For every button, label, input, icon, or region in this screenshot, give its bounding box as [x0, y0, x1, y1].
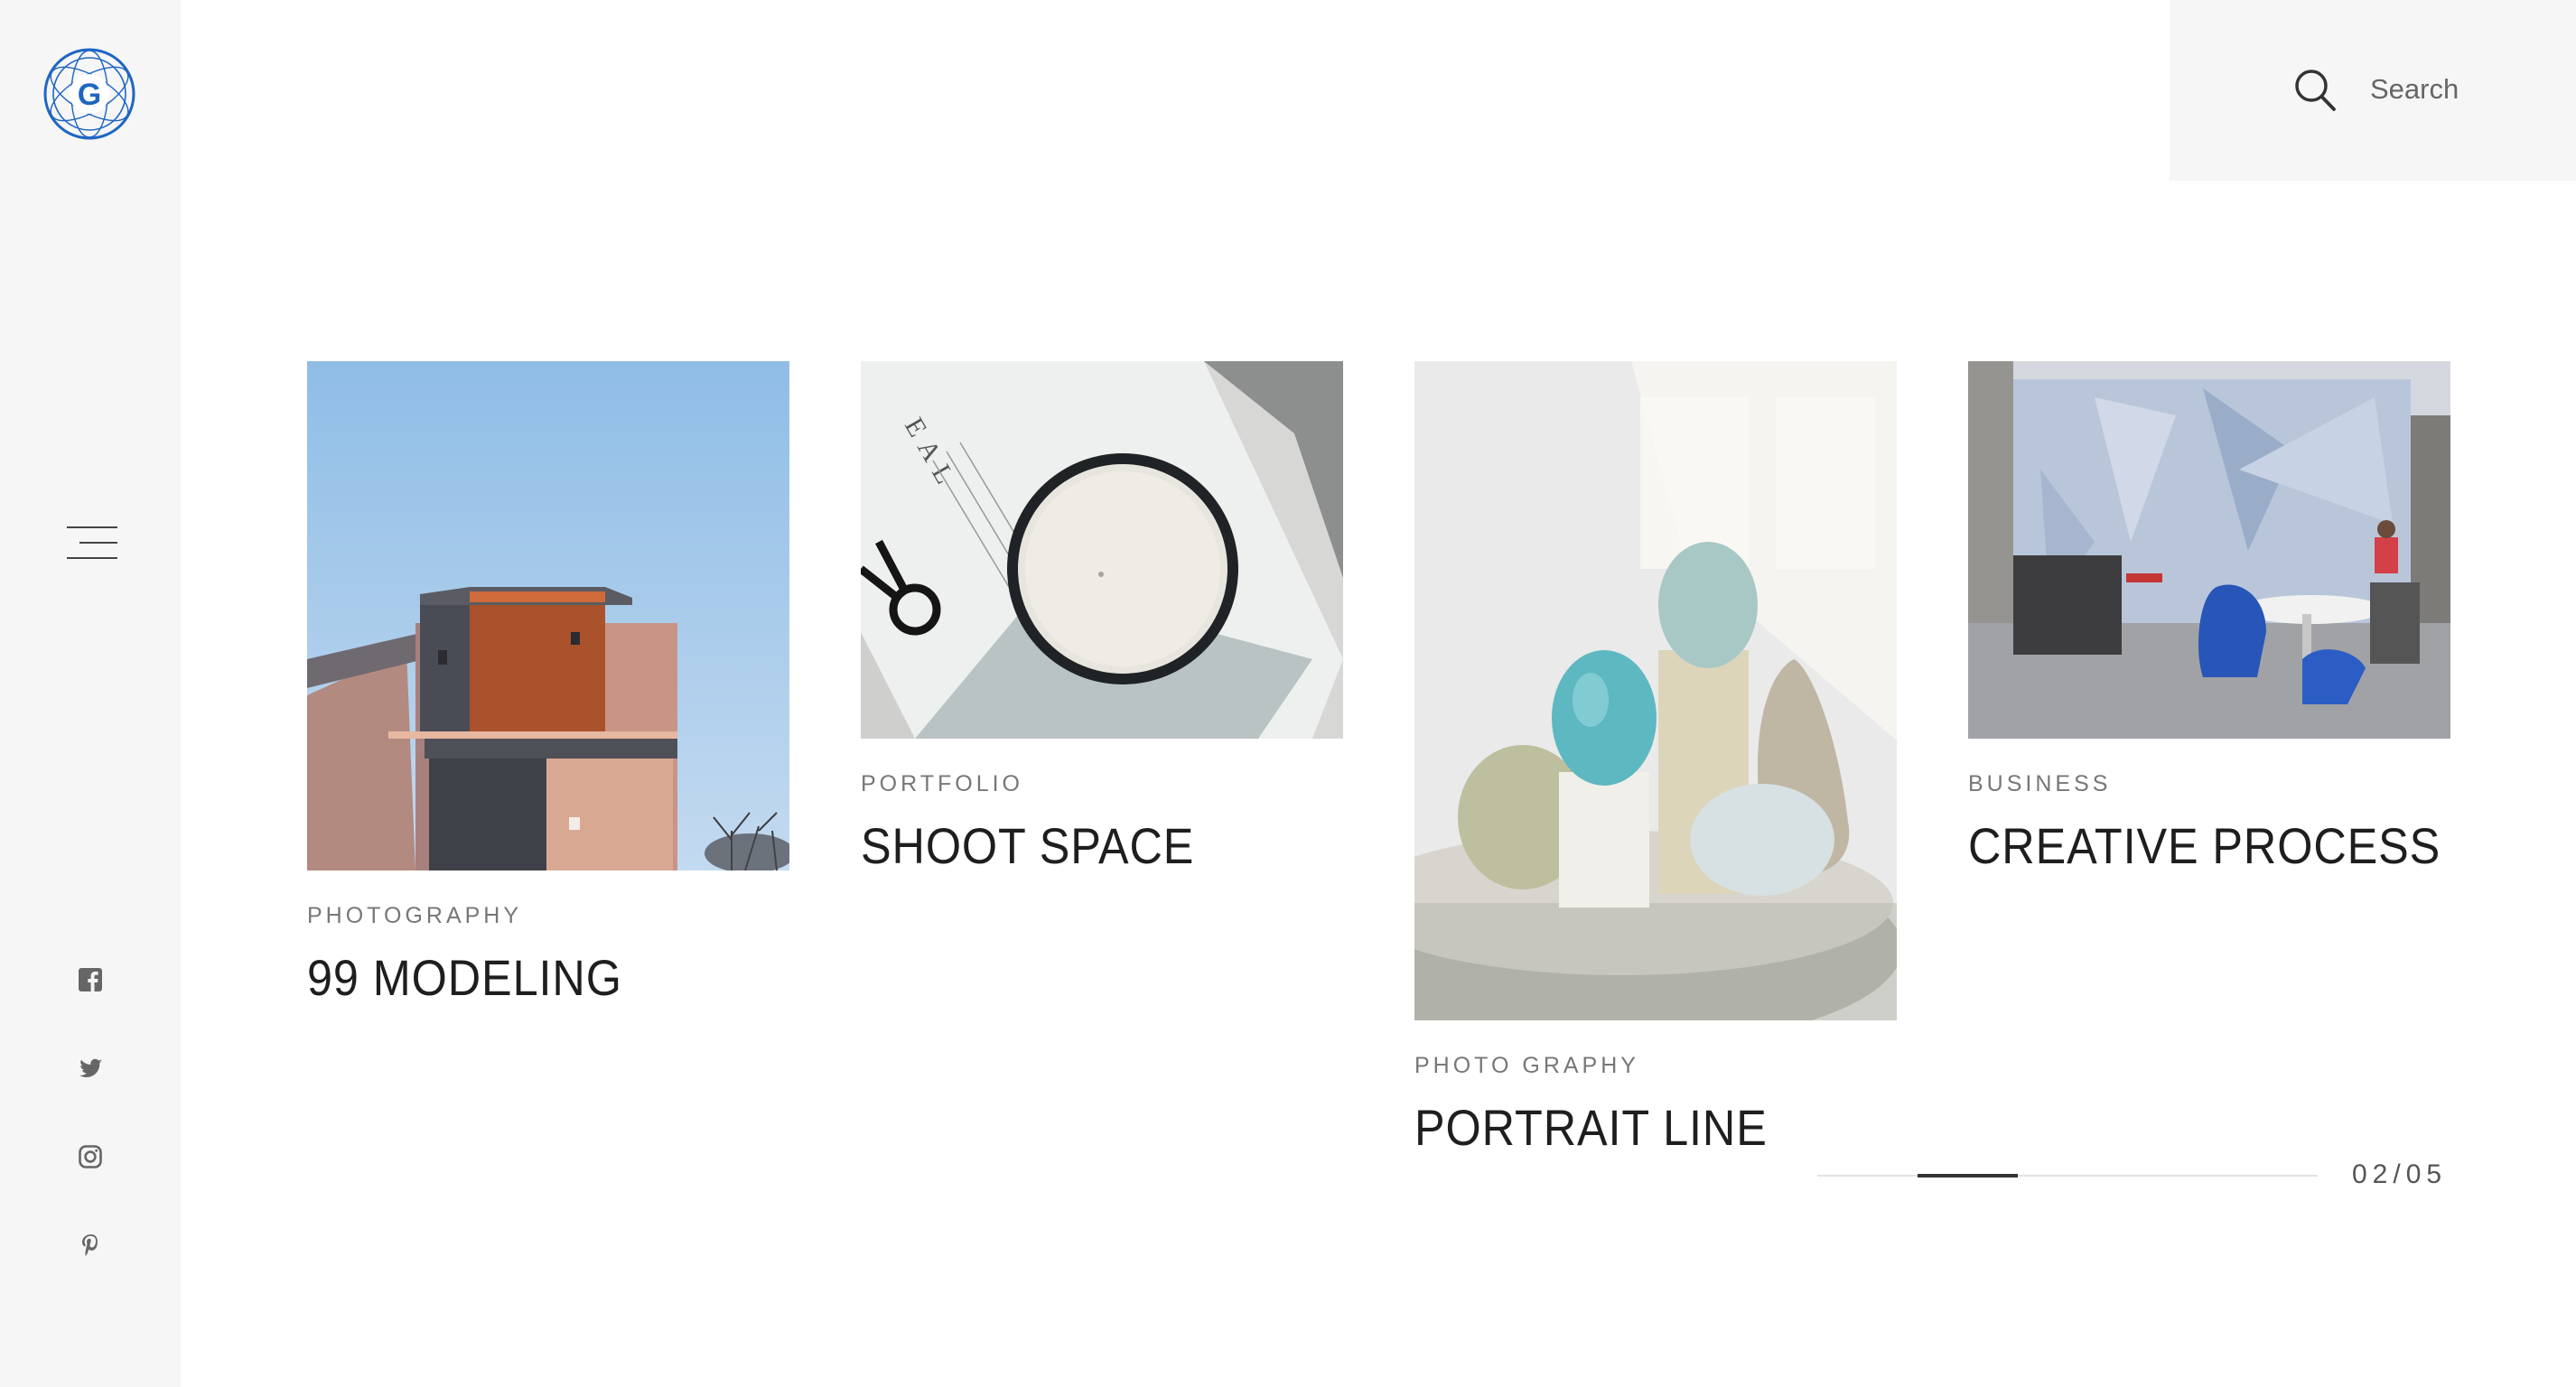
- card-title[interactable]: SHOOT SPACE: [861, 816, 1194, 875]
- facebook-link[interactable]: [65, 954, 116, 1005]
- card-title[interactable]: 99 MODELING: [307, 948, 622, 1007]
- search-icon[interactable]: [2292, 67, 2338, 114]
- card-category: BUSINESS: [1968, 771, 2112, 796]
- barn-image: [307, 361, 789, 870]
- eggs-image: [1414, 361, 1897, 1020]
- card-category: PORTFOLIO: [861, 771, 1024, 796]
- slider-progress-fill: [1918, 1174, 2018, 1178]
- logo-letter: G: [78, 78, 101, 112]
- menu-line: [79, 542, 117, 544]
- twitter-link[interactable]: [65, 1043, 116, 1094]
- card-title[interactable]: CREATIVE PROCESS: [1968, 816, 2441, 875]
- menu-line: [67, 526, 117, 528]
- slider-progress[interactable]: [1817, 1174, 2318, 1178]
- left-sidebar: G: [0, 0, 181, 1387]
- brand-logo[interactable]: G: [42, 47, 136, 141]
- instagram-link[interactable]: [65, 1131, 116, 1182]
- logo-icon: G: [43, 48, 135, 140]
- slide-counter: 02/05: [2352, 1159, 2448, 1189]
- card-category: PHOTO GRAPHY: [1414, 1053, 1639, 1078]
- search-input[interactable]: [2370, 69, 2551, 110]
- facebook-icon: [79, 968, 102, 991]
- candle-image: EAL: [861, 361, 1343, 739]
- instagram-icon: [79, 1145, 102, 1168]
- card-image[interactable]: [307, 361, 789, 870]
- twitter-icon: [79, 1058, 102, 1077]
- pinterest-icon: [82, 1234, 98, 1256]
- card-title[interactable]: PORTRAIT LINE: [1414, 1098, 1768, 1157]
- card-category: PHOTOGRAPHY: [307, 903, 523, 928]
- card-image[interactable]: [1414, 361, 1897, 1020]
- search-box: [2170, 0, 2576, 181]
- card-image[interactable]: EAL: [861, 361, 1343, 739]
- card-image[interactable]: [1968, 361, 2450, 739]
- menu-toggle-button[interactable]: [63, 526, 117, 563]
- office-image: [1968, 361, 2450, 739]
- menu-line: [67, 557, 117, 559]
- pinterest-link[interactable]: [65, 1220, 116, 1271]
